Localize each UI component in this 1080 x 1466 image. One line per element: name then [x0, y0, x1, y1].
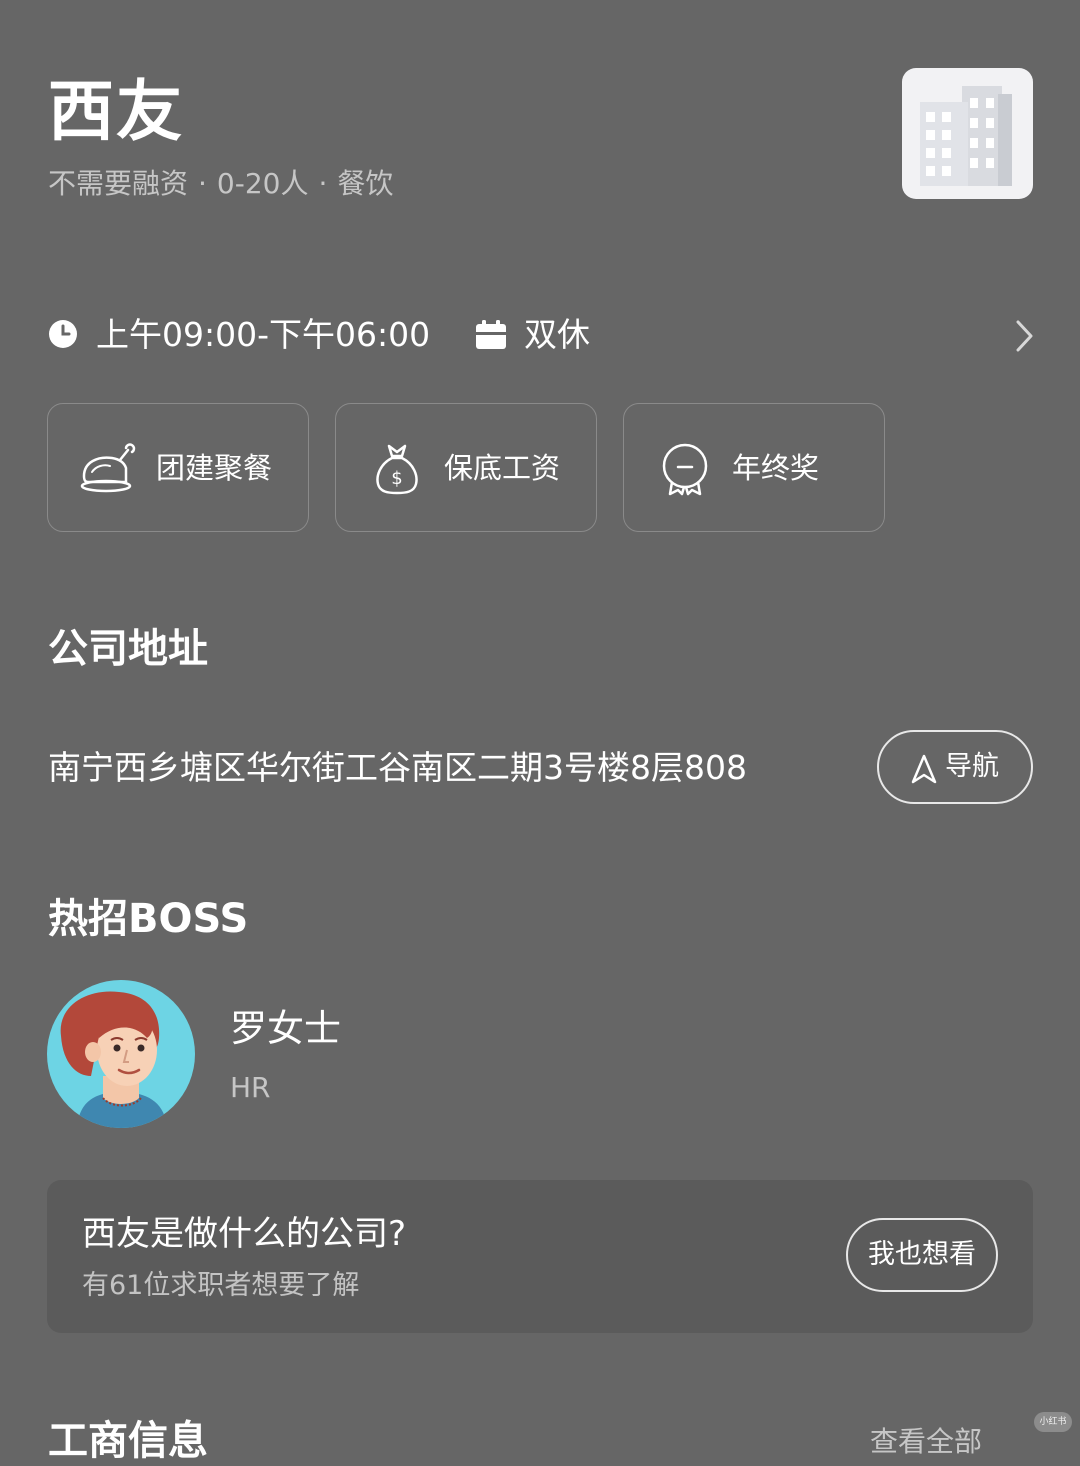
faq-question: 西友是做什么的公司?: [82, 1214, 407, 1254]
faq-subtitle: 有61位求职者想要了解: [82, 1270, 360, 1301]
navigation-label: 导航: [945, 751, 999, 782]
svg-text:$: $: [391, 468, 402, 489]
company-meta: 不需要融资 · 0-20人 · 餐饮: [48, 166, 393, 202]
company-funding: 不需要融资: [48, 167, 189, 200]
navigation-button[interactable]: 导航: [877, 730, 1033, 804]
want-to-see-label: 我也想看: [868, 1239, 976, 1270]
address-section-title: 公司地址: [48, 626, 208, 672]
company-name: 西友: [48, 73, 184, 150]
money-bag-icon: $: [374, 442, 420, 500]
view-all-link[interactable]: 查看全部: [870, 1424, 982, 1460]
benefit-guaranteed-salary[interactable]: $ 保底工资: [335, 403, 597, 532]
want-to-see-button[interactable]: 我也想看: [846, 1218, 998, 1292]
calendar-icon: [475, 319, 507, 355]
company-logo[interactable]: [902, 68, 1033, 199]
clock-icon: [48, 319, 78, 353]
meta-separator: ·: [318, 167, 328, 200]
benefit-team-dinner[interactable]: 团建聚餐: [47, 403, 309, 532]
watermark: 小红书: [1034, 1412, 1072, 1432]
company-industry: 餐饮: [337, 167, 394, 200]
business-info-title: 工商信息: [48, 1418, 208, 1464]
work-hours: 上午09:00-下午06:00: [96, 315, 431, 354]
building-icon: [920, 86, 1012, 186]
benefit-label: 年终奖: [732, 451, 820, 485]
benefit-label: 团建聚餐: [156, 451, 273, 485]
work-schedule-row[interactable]: 上午09:00-下午06:00 双休: [48, 305, 1036, 365]
medal-icon: [660, 442, 710, 500]
chevron-right-icon[interactable]: [1012, 319, 1036, 357]
rest-days: 双休: [524, 315, 590, 354]
navigation-arrow-icon: [911, 754, 937, 788]
meta-separator: ·: [198, 167, 207, 200]
boss-name[interactable]: 罗女士: [230, 1006, 341, 1052]
company-address[interactable]: 南宁西乡塘区华尔街工谷南区二期3号楼8层808: [48, 746, 747, 790]
benefit-year-end-bonus[interactable]: 年终奖: [623, 403, 885, 532]
company-size: 0-20人: [216, 167, 309, 200]
dinner-icon: [78, 442, 138, 500]
boss-role: HR: [230, 1071, 271, 1104]
benefit-label: 保底工资: [444, 451, 561, 485]
avatar[interactable]: [47, 980, 195, 1128]
boss-section-title: 热招BOSS: [48, 896, 249, 942]
